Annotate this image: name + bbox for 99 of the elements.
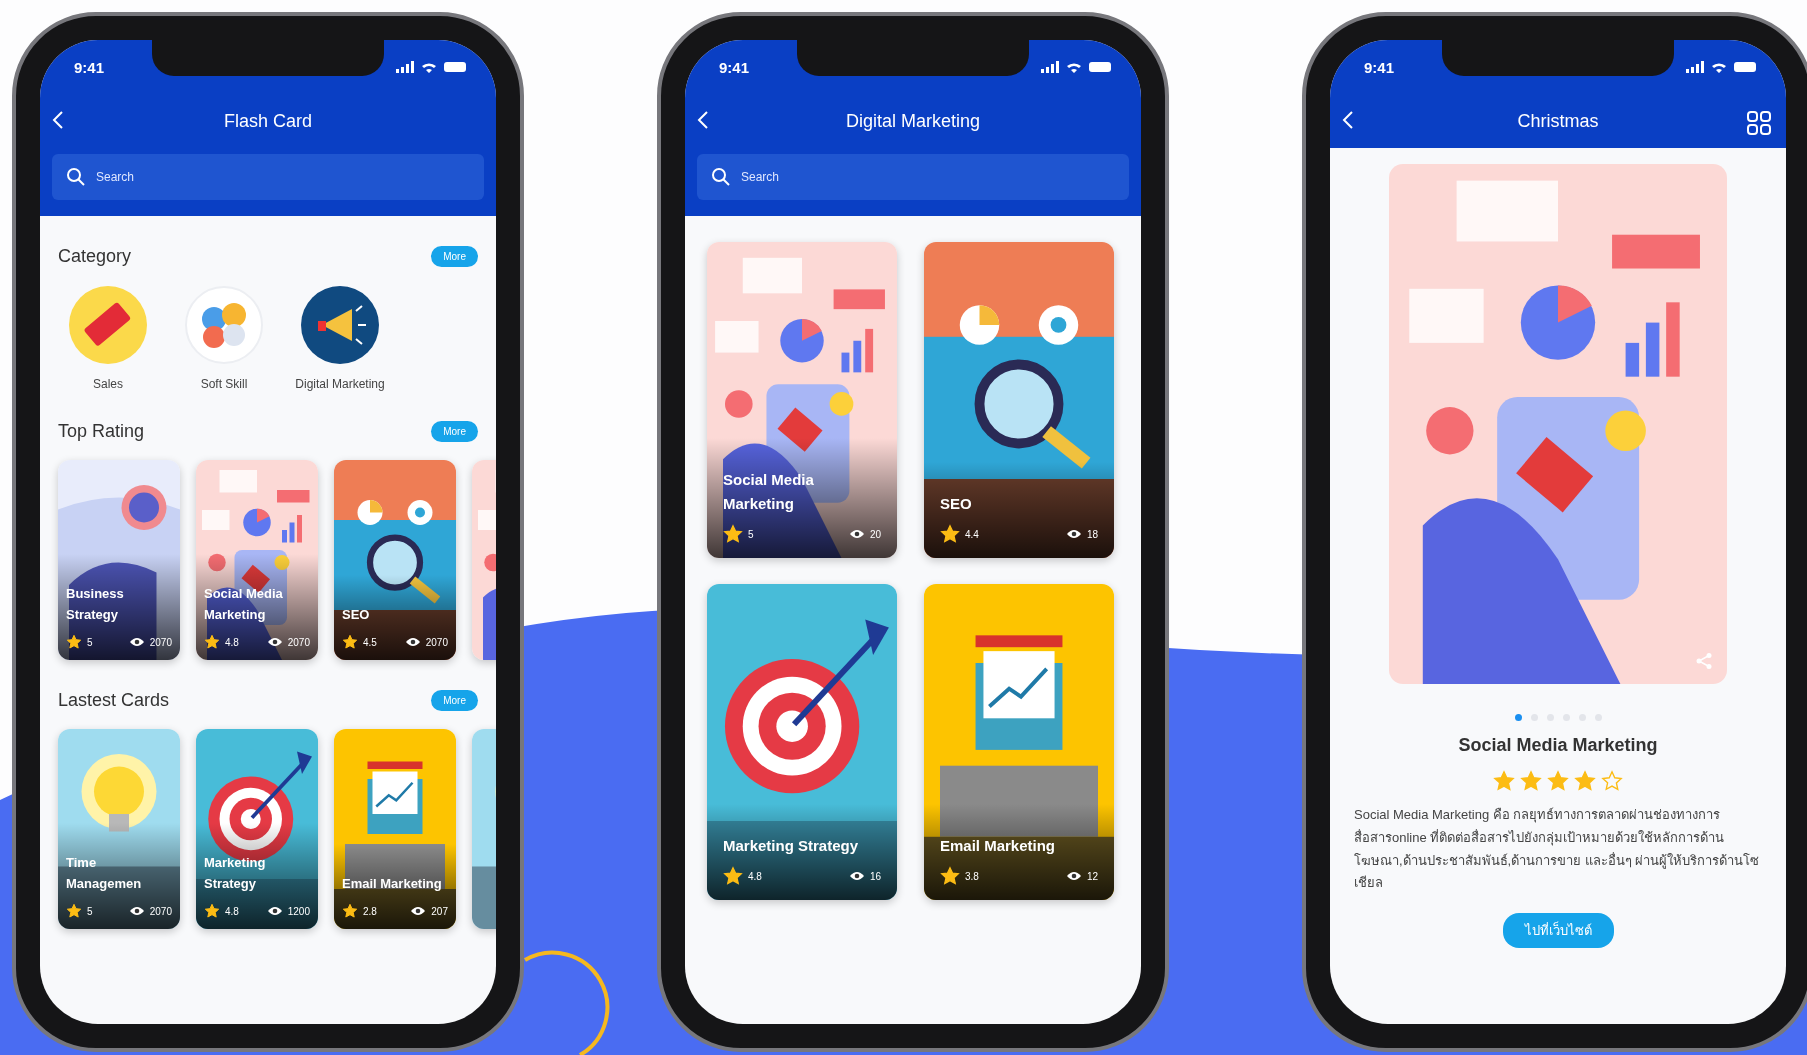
status-time: 9:41 xyxy=(719,58,750,76)
battery-icon xyxy=(1089,62,1111,72)
card-description: Social Media Marketing คือ กลยุทธ์ทางการตลาดผ่านช่องทางการสื่อสารonline ที่ติดต่อสื่อสารไปยังกลุ่มเป้าหมายด้วยใช้หลักการด้านโฆษณา,ด้านประชาสัมพันธ์,ด้านการขาย และอื่นๆ ผ่านผู้ให้บริการด้านโซเชียล xyxy=(1353,806,1761,893)
search-icon xyxy=(711,167,731,187)
search-field[interactable]: Search xyxy=(52,154,484,200)
signal-icon xyxy=(396,61,414,73)
megaphone-icon xyxy=(300,285,380,365)
star-icon xyxy=(66,903,82,919)
flash-card[interactable]: Email Marketing 2.8 207 xyxy=(334,729,456,929)
flash-card[interactable]: SEO 4.4 18 xyxy=(924,242,1114,558)
category-label: Soft Skill xyxy=(200,377,248,391)
back-icon xyxy=(697,110,709,130)
rating-value: 2.8 xyxy=(363,905,377,917)
view-count: 207 xyxy=(431,905,448,917)
status-time: 9:41 xyxy=(1364,58,1395,76)
eye-icon xyxy=(848,529,865,539)
eye-icon xyxy=(128,906,145,916)
category-item[interactable]: Soft Skill xyxy=(174,285,274,391)
eye-icon xyxy=(410,906,427,916)
back-icon xyxy=(1342,110,1354,130)
screen-title: Flash Card xyxy=(224,110,312,132)
rating-value: 4.8 xyxy=(225,636,239,648)
eye-icon xyxy=(1065,871,1082,881)
flash-card[interactable]: SEO 4.5 2070 xyxy=(334,460,456,660)
page-dot[interactable] xyxy=(1514,714,1522,721)
eye-icon xyxy=(266,637,283,647)
card-title: Marketing Strategy xyxy=(204,854,267,894)
star-icon xyxy=(1493,770,1515,792)
view-count: 2070 xyxy=(425,636,448,648)
star-icon xyxy=(1574,770,1596,792)
star-icon xyxy=(342,903,358,919)
rating-value: 4.8 xyxy=(748,870,762,882)
search-field[interactable]: Search xyxy=(697,154,1129,200)
star-outline-icon xyxy=(1601,770,1623,792)
back-icon xyxy=(52,110,64,130)
section-heading: Top Rating xyxy=(58,421,145,442)
card-title: Marketing Strategy xyxy=(723,836,860,856)
view-count: 20 xyxy=(869,528,881,540)
view-count: 2070 xyxy=(149,636,172,648)
view-count: 1200 xyxy=(287,905,310,917)
wifi-icon xyxy=(1067,61,1081,73)
rating-value: 5 xyxy=(87,636,93,648)
card-title: SEO xyxy=(342,606,371,625)
view-count: 18 xyxy=(1086,528,1098,540)
eye-icon xyxy=(848,871,865,881)
signal-icon xyxy=(1686,61,1704,73)
star-icon xyxy=(204,634,220,650)
grid-icon xyxy=(1746,110,1772,136)
card-title: SEO xyxy=(940,494,973,514)
rating-value: 5 xyxy=(748,528,754,540)
category-item[interactable]: Sales xyxy=(58,285,158,391)
view-count: 12 xyxy=(1086,870,1098,882)
signal-icon xyxy=(1041,61,1059,73)
category-label: Sales xyxy=(93,377,123,391)
eye-icon xyxy=(128,637,145,647)
screen-title: Christmas xyxy=(1517,110,1599,132)
rating-value: 4.4 xyxy=(965,528,979,540)
rating-value: 3.8 xyxy=(965,870,979,882)
rating-value: 4.8 xyxy=(225,905,239,917)
battery-icon xyxy=(444,62,466,72)
eye-icon xyxy=(404,637,421,647)
star-icon xyxy=(940,524,960,544)
battery-icon xyxy=(1734,62,1756,72)
eye-icon xyxy=(266,906,283,916)
section-heading: Category xyxy=(58,246,132,267)
star-icon xyxy=(723,524,743,544)
star-icon xyxy=(1547,770,1569,792)
puzzle-icon xyxy=(184,285,264,365)
flash-card[interactable]: Social Media Marketing 5 20 xyxy=(707,242,897,558)
star-icon xyxy=(342,634,358,650)
card-title: Social Media Marketing xyxy=(1457,735,1659,756)
rating-value: 4.5 xyxy=(363,636,377,648)
category-item[interactable]: Digital Marketing xyxy=(290,285,390,391)
flash-card[interactable]: Marketing Strategy 4.8 16 xyxy=(707,584,897,900)
sale-tag-icon xyxy=(68,285,148,365)
card-title: Time Managemen xyxy=(66,854,143,894)
star-icon xyxy=(723,866,743,886)
card-title: Email Marketing xyxy=(940,836,1057,856)
search-icon xyxy=(66,167,86,187)
star-icon xyxy=(1520,770,1542,792)
wifi-icon xyxy=(1712,61,1726,73)
star-icon xyxy=(940,866,960,886)
view-count: 2070 xyxy=(149,905,172,917)
star-icon xyxy=(66,634,82,650)
status-time: 9:41 xyxy=(74,58,105,76)
category-label: Digital Marketing xyxy=(295,377,385,391)
flash-card[interactable]: Email Marketing 3.8 12 xyxy=(924,584,1114,900)
rating-value: 5 xyxy=(87,905,93,917)
section-heading: Lastest Cards xyxy=(58,690,170,711)
view-count: 16 xyxy=(869,870,881,882)
eye-icon xyxy=(1065,529,1082,539)
screen-title: Digital Marketing xyxy=(845,110,981,132)
view-count: 2070 xyxy=(287,636,310,648)
card-title: Business Strategy xyxy=(66,585,125,625)
star-icon xyxy=(204,903,220,919)
card-title: Social Media Marketing xyxy=(723,470,815,514)
share-icon xyxy=(1695,652,1713,670)
card-title: Email Marketing xyxy=(342,875,443,894)
wifi-icon xyxy=(422,61,436,73)
